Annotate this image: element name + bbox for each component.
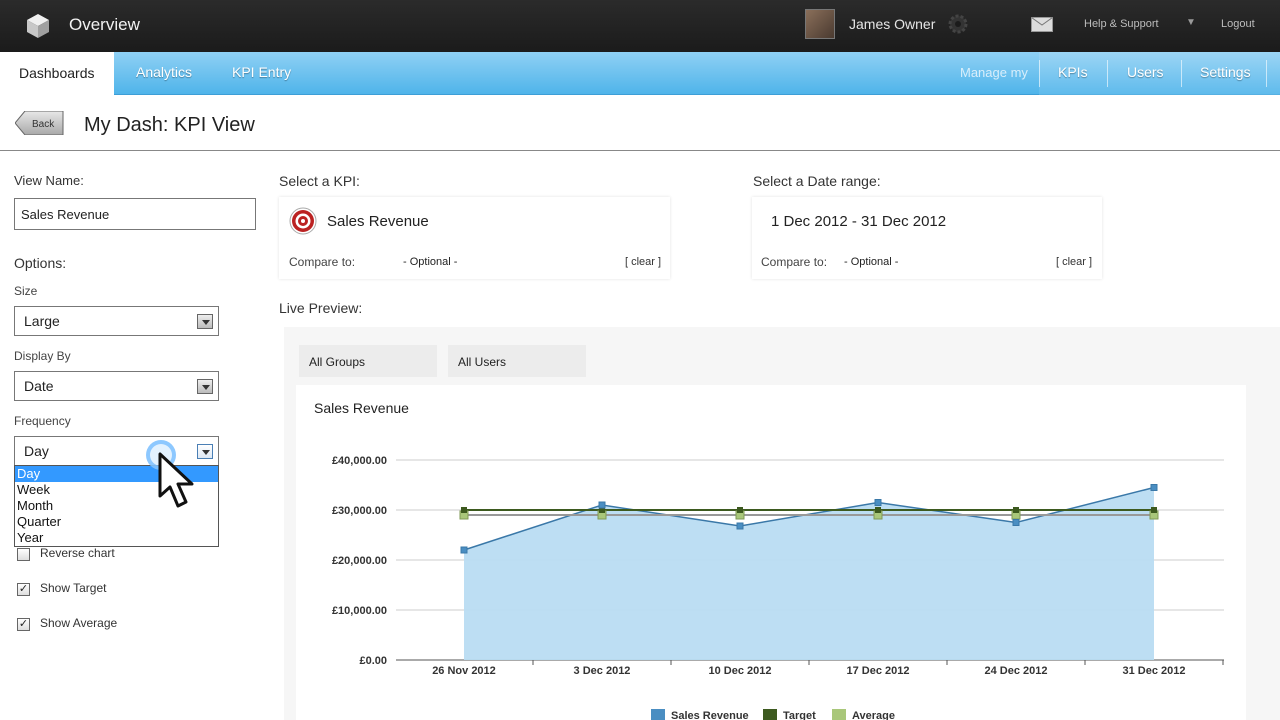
y-tick-label: £10,000.00: [332, 605, 387, 617]
page-title: My Dash: KPI View: [84, 114, 255, 136]
all-groups-filter[interactable]: All Groups: [299, 345, 437, 377]
kpi-select-label: Select a KPI:: [279, 173, 360, 189]
show-target-checkbox[interactable]: ✓: [17, 583, 30, 596]
nav-divider: [1039, 60, 1040, 87]
logout-link[interactable]: Logout: [1221, 18, 1255, 30]
y-tick-label: £0.00: [359, 655, 387, 667]
frequency-select-value: Day: [24, 443, 49, 459]
mail-icon[interactable]: [1031, 17, 1053, 32]
date-compare-select[interactable]: - Optional -: [844, 256, 898, 268]
view-name-label: View Name:: [14, 173, 84, 188]
tab-dashboards[interactable]: Dashboards: [0, 52, 114, 95]
sales-revenue-point: [874, 499, 882, 506]
sales-revenue-point: [460, 546, 468, 554]
display-by-label: Display By: [14, 349, 71, 363]
live-preview-label: Live Preview:: [279, 300, 363, 316]
sales-revenue-point: [1012, 519, 1020, 526]
show-average-label: Show Average: [40, 616, 118, 630]
target-icon: [289, 207, 317, 235]
x-tick-label: 31 Dec 2012: [1123, 665, 1186, 677]
legend-swatch: [832, 709, 846, 720]
display-by-select-value: Date: [24, 378, 54, 394]
x-tick-label: 26 Nov 2012: [432, 665, 496, 677]
kpi-compare-select[interactable]: - Optional -: [403, 256, 457, 268]
legend-label: Sales Revenue: [671, 710, 749, 720]
target-point: [1151, 507, 1157, 513]
legend-swatch: [763, 709, 777, 720]
x-tick-label: 17 Dec 2012: [847, 665, 910, 677]
help-support-link[interactable]: Help & Support: [1084, 18, 1159, 30]
date-range-value[interactable]: 1 Dec 2012 - 31 Dec 2012: [771, 213, 946, 230]
target-point: [875, 507, 881, 513]
show-target-label: Show Target: [40, 581, 107, 595]
nav-divider: [1181, 60, 1182, 87]
legend-swatch: [651, 709, 665, 720]
options-label: Options:: [14, 255, 67, 271]
target-point: [1013, 507, 1019, 513]
date-range-label: Select a Date range:: [753, 173, 881, 189]
all-users-filter[interactable]: All Users: [448, 345, 586, 377]
legend-label: Average: [852, 710, 895, 720]
sales-revenue-point: [598, 501, 606, 509]
x-tick-label: 10 Dec 2012: [709, 665, 772, 677]
date-clear-link[interactable]: [ clear ]: [1056, 256, 1092, 268]
back-button-label: Back: [32, 119, 55, 130]
kpi-compare-label: Compare to:: [289, 255, 356, 269]
y-tick-label: £20,000.00: [332, 555, 387, 567]
tab-kpi-entry[interactable]: KPI Entry: [232, 52, 291, 95]
show-average-checkbox[interactable]: ✓: [17, 618, 30, 631]
chart-title: Sales Revenue: [314, 400, 409, 416]
tab-settings[interactable]: Settings: [1200, 52, 1251, 95]
nav-divider: [1266, 60, 1267, 87]
chevron-down-icon[interactable]: ▼: [1186, 17, 1196, 28]
size-label: Size: [14, 284, 38, 298]
frequency-option-year[interactable]: Year: [15, 530, 218, 546]
reverse-chart-label: Reverse chart: [40, 546, 115, 560]
legend-label: Target: [783, 710, 816, 720]
avatar[interactable]: [805, 9, 835, 39]
user-name[interactable]: James Owner: [849, 16, 935, 32]
kpi-clear-link[interactable]: [ clear ]: [625, 256, 661, 268]
sales-revenue-point: [1150, 484, 1158, 491]
chevron-down-icon[interactable]: [197, 379, 213, 394]
target-point: [737, 507, 743, 513]
sales-revenue-chart: £0.00 £10,000.00 £20,000.00 £30,000.00 £40,0…: [332, 455, 1224, 720]
view-name-input[interactable]: Sales Revenue: [14, 198, 256, 230]
size-select[interactable]: Large: [14, 306, 219, 336]
top-bar: Overview James Owner Help & Support ▼ Lo…: [0, 0, 1280, 52]
kpi-name[interactable]: Sales Revenue: [327, 213, 429, 230]
y-tick-label: £40,000.00: [332, 455, 387, 467]
chevron-down-icon[interactable]: [197, 314, 213, 329]
nav-divider: [1107, 60, 1108, 87]
cube-logo-icon[interactable]: [24, 12, 52, 40]
manage-my-label: Manage my: [960, 65, 1028, 80]
tab-analytics[interactable]: Analytics: [136, 52, 192, 95]
reverse-chart-checkbox[interactable]: [17, 548, 30, 561]
date-compare-label: Compare to:: [761, 255, 828, 269]
target-point: [461, 507, 467, 513]
gear-icon[interactable]: [947, 13, 969, 35]
chevron-down-icon[interactable]: [197, 444, 213, 459]
frequency-label: Frequency: [14, 414, 71, 428]
cursor-arrow-icon: [158, 452, 194, 508]
size-select-value: Large: [24, 313, 60, 329]
sales-revenue-point: [736, 522, 744, 530]
app-title: Overview: [69, 15, 140, 34]
x-tick-label: 3 Dec 2012: [574, 665, 631, 677]
page-header: Back My Dash: KPI View: [0, 95, 1280, 151]
tab-kpis[interactable]: KPIs: [1058, 52, 1088, 95]
x-tick-label: 24 Dec 2012: [985, 665, 1048, 677]
display-by-select[interactable]: Date: [14, 371, 219, 401]
y-tick-label: £30,000.00: [332, 505, 387, 517]
frequency-option-quarter[interactable]: Quarter: [15, 514, 218, 530]
tab-users[interactable]: Users: [1127, 52, 1164, 95]
